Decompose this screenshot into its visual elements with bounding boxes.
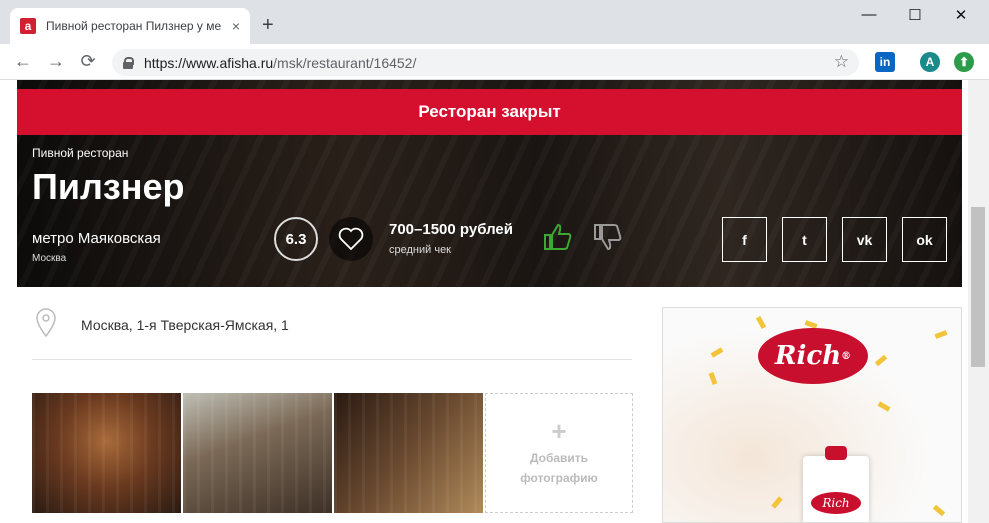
like-thumbs-up-icon[interactable] [542,221,574,253]
photo-thumbnail[interactable] [183,393,332,513]
window-close-button[interactable]: ✕ [938,6,984,24]
confetti-decoration [708,372,718,385]
lock-icon [122,56,134,69]
restaurant-name: Пилзнер [32,166,185,207]
carton-logo: Rich [811,492,861,514]
confetti-decoration [934,330,948,339]
photo-thumbnail[interactable] [334,393,483,513]
carton-cap [825,446,847,460]
bookmark-star-icon[interactable]: ☆ [834,52,849,72]
back-button[interactable]: ← [12,51,34,72]
tab-close-icon[interactable]: × [232,18,240,34]
page-viewport: Ресторан закрыт Пивной ресторан Пилзнер … [0,80,968,523]
twitter-share-button[interactable]: t [782,217,827,262]
confetti-decoration [710,347,724,358]
city-name: Москва [32,253,67,264]
url-path: /msk/restaurant/16452/ [273,54,417,71]
reload-button[interactable]: ⟳ [77,51,99,72]
url-text: https://www.afisha.ru/msk/restaurant/164… [144,55,416,71]
add-photo-label: Добавить фотографию [520,451,598,485]
tab-title: Пивной ресторан Пилзнер у ме [46,19,222,33]
vk-share-button[interactable]: vk [842,217,887,262]
profile-avatar[interactable]: A [920,52,940,72]
rich-logo: Rich ® [758,328,868,384]
dislike-thumbs-down-icon[interactable] [592,221,624,253]
update-extension-icon[interactable]: ⬆ [954,52,974,72]
confetti-decoration [932,504,946,517]
metro-station[interactable]: метро Маяковская [32,230,161,247]
linkedin-extension-icon[interactable]: in [875,52,895,72]
price-range: 700–1500 рублей [389,221,513,238]
confetti-decoration [877,401,891,412]
address-row: Москва, 1-я Тверская-Ямская, 1 [32,308,632,360]
photo-texture [183,393,332,513]
page-scrollbar[interactable] [968,80,989,523]
forward-button[interactable]: → [45,51,67,72]
restaurant-address[interactable]: Москва, 1-я Тверская-Ямская, 1 [81,317,289,333]
plus-icon: + [551,416,567,446]
price-label: средний чек [389,244,451,256]
map-pin-icon [36,308,56,338]
restaurant-closed-banner: Ресторан закрыт [17,89,962,135]
photo-texture [32,393,181,513]
scrollbar-thumb[interactable] [971,207,985,367]
rich-advertisement[interactable]: Rich ® Rich [662,307,962,523]
rating-badge: 6.3 [274,217,318,261]
address-bar[interactable]: https://www.afisha.ru/msk/restaurant/164… [112,49,859,76]
photo-texture [334,393,483,513]
confetti-decoration [874,354,888,367]
ok-share-button[interactable]: ok [902,217,947,262]
new-tab-button[interactable]: + [262,14,274,37]
window-maximize-button[interactable]: ☐ [892,6,938,24]
browser-toolbar: ← → ⟳ https://www.afisha.ru/msk/restaura… [0,44,989,80]
active-tab[interactable]: a Пивной ресторан Пилзнер у ме × [10,8,250,44]
url-host: https://www.afisha.ru [144,54,274,71]
registered-mark: ® [841,350,852,362]
photo-thumbnail[interactable] [32,393,181,513]
add-photo-button[interactable]: + Добавить фотографию [485,393,633,513]
restaurant-hero: Ресторан закрыт Пивной ресторан Пилзнер … [17,80,962,287]
confetti-decoration [771,496,783,509]
juice-carton-image: Rich [803,446,869,522]
afisha-favicon-icon: a [20,18,36,34]
browser-tabstrip: a Пивной ресторан Пилзнер у ме × + — ☐ ✕ [0,0,989,44]
restaurant-category[interactable]: Пивной ресторан [32,146,128,160]
window-minimize-button[interactable]: — [846,6,892,23]
rich-logo-text: Rich [774,341,842,371]
favorite-heart-icon[interactable] [329,217,373,261]
facebook-share-button[interactable]: f [722,217,767,262]
confetti-decoration [755,316,767,329]
